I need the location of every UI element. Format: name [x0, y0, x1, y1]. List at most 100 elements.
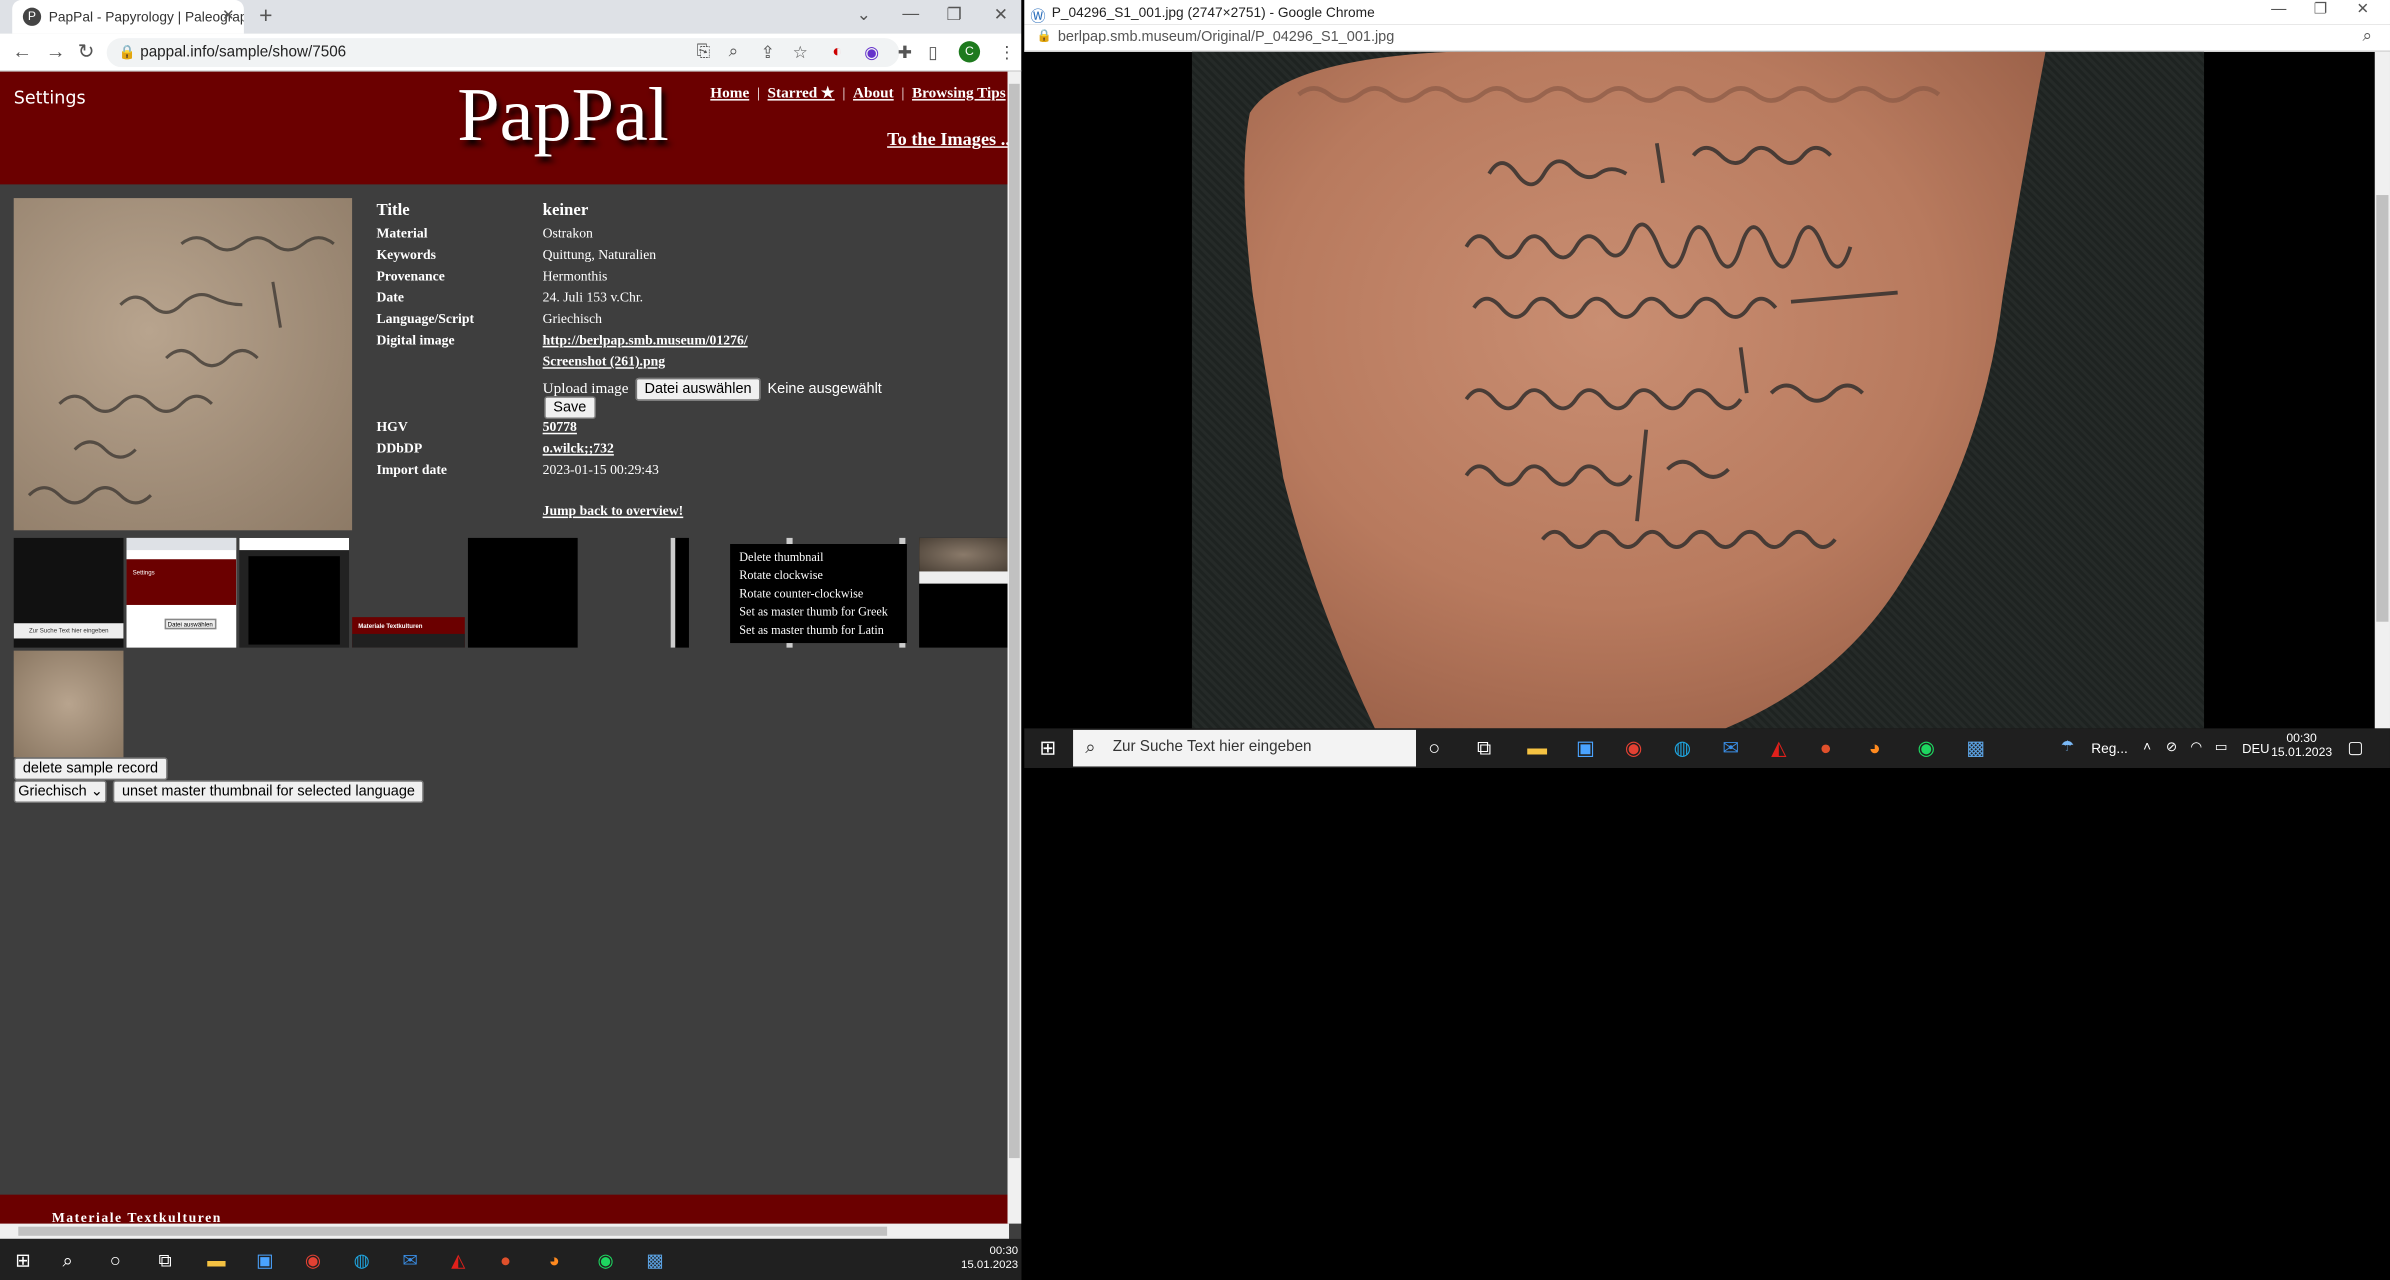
delete-sample-record-button[interactable]: delete sample record — [13, 757, 168, 781]
restore-icon[interactable]: ❐ — [947, 5, 962, 24]
vertical-scroll-thumb[interactable] — [1009, 83, 1020, 1159]
photos-icon[interactable]: ▩ — [646, 1250, 663, 1271]
windows-start-icon[interactable]: ⊞ — [15, 1250, 30, 1271]
file-explorer-icon[interactable]: ▬ — [207, 1250, 225, 1271]
translate-icon[interactable]: ⎘ — [697, 43, 710, 63]
thumbnail-10[interactable] — [13, 650, 124, 758]
menu-master-latin[interactable]: Set as master thumb for Latin — [739, 622, 907, 640]
screenshot-link[interactable]: Screenshot (261).png — [543, 354, 665, 369]
spotify-icon[interactable]: ◉ — [597, 1250, 613, 1271]
url-field[interactable]: 🔒 pappal.info/sample/show/7506 — [106, 38, 900, 68]
firefox-icon[interactable]: ◕ — [1869, 736, 1881, 759]
acrobat-icon[interactable]: ◭ — [1771, 736, 1786, 760]
extensions-icon[interactable]: ✚ — [898, 43, 912, 62]
restore-icon[interactable]: ❐ — [2314, 2, 2328, 19]
ostrakon-full-image[interactable] — [1191, 51, 2205, 729]
sidepanel-icon[interactable]: ▯ — [928, 43, 937, 62]
minimize-icon[interactable]: — — [2271, 2, 2286, 19]
windows-start-icon[interactable]: ⊞ — [1040, 736, 1057, 760]
notification-icon[interactable]: ▢ — [2347, 738, 2363, 757]
thumbnail-9[interactable] — [919, 537, 1008, 648]
choose-file-button[interactable]: Datei auswählen — [635, 377, 761, 401]
menu-master-greek[interactable]: Set as master thumb for Greek — [739, 603, 907, 621]
pappal-logo[interactable]: PapPal — [457, 70, 669, 158]
horizontal-scroll-thumb[interactable] — [18, 1226, 888, 1236]
right-scroll-thumb[interactable] — [2376, 195, 2389, 622]
extension-red-icon[interactable]: ◐ — [832, 43, 842, 61]
cortana-icon[interactable]: ○ — [1428, 736, 1440, 759]
task-view-icon[interactable]: ⧉ — [159, 1250, 172, 1273]
thumbnail-6[interactable] — [670, 537, 689, 648]
star-icon[interactable]: ☆ — [793, 43, 808, 62]
menu-icon[interactable]: ⋮ — [998, 43, 1015, 62]
thumbnail-2[interactable]: Settings Datei auswählen — [126, 537, 237, 648]
firefox-icon[interactable]: ◕ — [549, 1250, 560, 1271]
menu-delete-thumbnail[interactable]: Delete thumbnail — [739, 549, 907, 567]
weather-text[interactable]: Reg... — [2091, 741, 2128, 756]
battery-icon[interactable]: ▭ — [2215, 739, 2228, 756]
browser-tab-pappal[interactable]: P PapPal - Papyrology | Paleograph ✕ — [12, 0, 244, 34]
close-tab-icon[interactable]: ✕ — [222, 8, 235, 25]
ddbdp-link[interactable]: o.wilck;;732 — [543, 440, 614, 455]
weather-icon[interactable]: ☂ — [2061, 739, 2075, 756]
close-window-icon[interactable]: ✕ — [994, 5, 1008, 24]
mail-icon[interactable]: ✉ — [1722, 736, 1739, 760]
new-tab-icon[interactable]: + — [259, 3, 272, 29]
powerpoint-icon[interactable]: ● — [500, 1250, 511, 1271]
ostrakon-detail-image[interactable] — [13, 198, 353, 531]
nav-home[interactable]: Home — [710, 85, 749, 102]
taskbar-search-input[interactable]: ⌕ Zur Suche Text hier eingeben — [1073, 729, 1417, 767]
forward-icon[interactable]: → — [46, 40, 66, 63]
cortana-icon[interactable]: ○ — [110, 1250, 121, 1271]
back-icon[interactable]: ← — [12, 40, 32, 63]
digital-image-link[interactable]: http://berlpap.smb.museum/01276/ — [543, 332, 748, 347]
store-icon[interactable]: ▣ — [1576, 736, 1595, 760]
zoom-icon[interactable]: ⌕ — [729, 43, 738, 63]
menu-rotate-clockwise[interactable]: Rotate clockwise — [739, 567, 907, 585]
menu-rotate-counter-clockwise[interactable]: Rotate counter-clockwise — [739, 585, 907, 603]
jump-back-link[interactable]: Jump back to overview! — [543, 503, 684, 518]
nav-starred[interactable]: Starred ★ — [768, 85, 835, 102]
right-clock[interactable]: 00:30 15.01.2023 — [2271, 731, 2332, 758]
chrome-icon[interactable]: ◉ — [1625, 736, 1642, 760]
wifi-icon[interactable]: ◠ — [2190, 739, 2202, 756]
hgv-link[interactable]: 50778 — [543, 419, 577, 434]
store-icon[interactable]: ▣ — [256, 1250, 273, 1271]
minimize-icon[interactable]: — — [902, 5, 919, 23]
photos-icon[interactable]: ▩ — [1966, 736, 1985, 760]
thumbnail-1[interactable]: Zur Suche Text hier eingeben — [13, 537, 124, 648]
save-button[interactable]: Save — [544, 396, 596, 420]
close-window-icon[interactable]: ✕ — [2356, 2, 2369, 19]
input-language[interactable]: DEU — [2242, 741, 2269, 756]
profile-avatar[interactable]: C — [958, 41, 981, 63]
acrobat-icon[interactable]: ◭ — [451, 1250, 465, 1271]
extension-purple-icon[interactable]: ◉ — [864, 43, 879, 62]
mail-icon[interactable]: ✉ — [402, 1250, 417, 1271]
chrome-icon[interactable]: ◉ — [305, 1250, 321, 1271]
search-icon[interactable]: ⌕ — [62, 1250, 72, 1273]
thumbnail-3[interactable] — [239, 537, 350, 648]
nav-about[interactable]: About — [853, 85, 894, 102]
file-explorer-icon[interactable]: ▬ — [1527, 736, 1547, 759]
settings-link[interactable]: Settings — [14, 87, 86, 108]
tray-chevron-icon[interactable]: ˄ — [2143, 739, 2151, 754]
language-select-value: Griechisch — [18, 783, 87, 801]
edge-icon[interactable]: ◍ — [354, 1250, 370, 1271]
reload-icon[interactable]: ↻ — [78, 40, 95, 64]
share-icon[interactable]: ⇪ — [761, 43, 775, 62]
powerpoint-icon[interactable]: ● — [1820, 736, 1832, 759]
thumbnail-4[interactable]: Materiale Textkulturen — [352, 537, 465, 648]
zoom-icon[interactable]: ⌕ — [2363, 27, 2372, 47]
spotify-icon[interactable]: ◉ — [1917, 736, 1934, 760]
thumbnail-5[interactable] — [467, 537, 578, 648]
language-select[interactable]: Griechisch ⌄ — [13, 780, 108, 804]
network-off-icon[interactable]: ⊘ — [2166, 739, 2178, 756]
right-address-bar[interactable]: 🔒 berlpap.smb.museum/Original/P_04296_S1… — [1024, 24, 2390, 52]
to-the-images-link[interactable]: To the Images ... — [887, 128, 1014, 151]
task-view-icon[interactable]: ⧉ — [1477, 736, 1491, 760]
edge-icon[interactable]: ◍ — [1674, 736, 1691, 760]
chevron-down-icon[interactable]: ⌄ — [857, 5, 871, 24]
left-clock[interactable]: 00:30 15.01.2023 — [957, 1243, 1018, 1270]
unset-master-thumbnail-button[interactable]: unset master thumbnail for selected lang… — [112, 780, 425, 804]
nav-browsing-tips[interactable]: Browsing Tips — [912, 85, 1006, 102]
